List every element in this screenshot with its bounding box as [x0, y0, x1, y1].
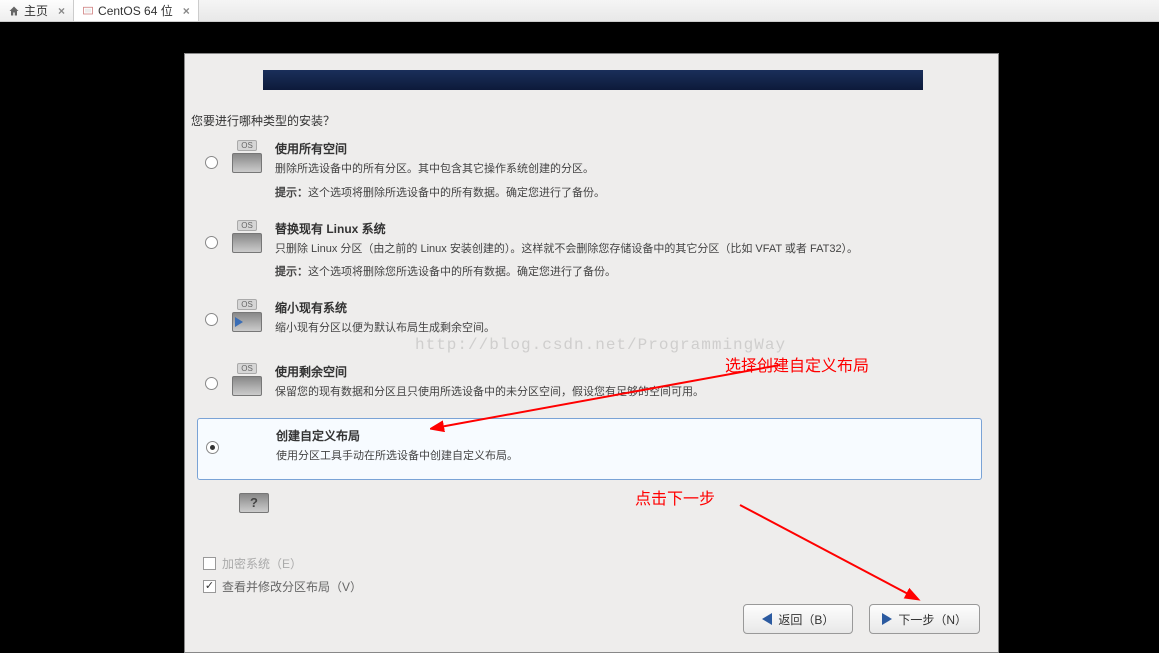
- option-tip: 提示：这个选项将删除您所选设备中的所有数据。确定您进行了备份。: [275, 263, 976, 279]
- option-desc: 只删除 Linux 分区（由之前的 Linux 安装创建的）。这样就不会删除您存…: [275, 241, 976, 258]
- home-icon: [8, 5, 20, 17]
- disk-icon: OS: [229, 220, 265, 253]
- checkbox-label: 查看并修改分区布局（V）: [222, 578, 362, 595]
- option-desc: 删除所选设备中的所有分区。其中包含其它操作系统创建的分区。: [275, 161, 976, 178]
- tab-bar: 主页 × CentOS 64 位 ×: [0, 0, 1159, 22]
- back-button[interactable]: 返回（B）: [743, 604, 853, 634]
- checkbox-icon[interactable]: [203, 580, 216, 593]
- option-desc: 保留您的现有数据和分区且只使用所选设备中的未分区空间，假设您有足够的空间可用。: [275, 384, 976, 401]
- options-list: OS 使用所有空间 删除所选设备中的所有分区。其中包含其它操作系统创建的分区。 …: [197, 132, 982, 484]
- banner: [263, 70, 923, 90]
- close-icon[interactable]: ×: [58, 4, 65, 18]
- option-custom-layout[interactable]: 创建自定义布局 使用分区工具手动在所选设备中创建自定义布局。: [197, 418, 982, 480]
- tab-home[interactable]: 主页 ×: [0, 0, 74, 21]
- option-title: 缩小现有系统: [275, 299, 976, 316]
- disk-icon: [230, 427, 266, 455]
- option-desc: 缩小现有分区以便为默认布局生成剩余空间。: [275, 320, 976, 337]
- tab-home-label: 主页: [24, 2, 48, 19]
- option-title: 创建自定义布局: [276, 427, 975, 444]
- back-button-label: 返回（B）: [778, 611, 834, 628]
- install-type-question: 您要进行哪种类型的安装？: [191, 112, 335, 129]
- radio[interactable]: [205, 377, 218, 390]
- disk-icon: OS: [229, 140, 265, 173]
- button-bar: 返回（B） 下一步（N）: [743, 604, 980, 634]
- arrow-left-icon: [762, 613, 772, 625]
- checkbox-icon[interactable]: [203, 557, 216, 570]
- annotation-select-custom: 选择创建自定义布局: [725, 352, 869, 376]
- annotation-click-next: 点击下一步: [635, 485, 715, 509]
- option-replace-linux[interactable]: OS 替换现有 Linux 系统 只删除 Linux 分区（由之前的 Linux…: [197, 212, 982, 288]
- tab-vm[interactable]: CentOS 64 位 ×: [74, 0, 199, 21]
- option-tip: 提示：这个选项将删除所选设备中的所有数据。确定您进行了备份。: [275, 184, 976, 200]
- option-title: 使用所有空间: [275, 140, 976, 157]
- option-use-all-space[interactable]: OS 使用所有空间 删除所选设备中的所有分区。其中包含其它操作系统创建的分区。 …: [197, 132, 982, 208]
- vm-icon: [82, 5, 94, 17]
- next-button-label: 下一步（N）: [898, 611, 967, 628]
- option-desc: 使用分区工具手动在所选设备中创建自定义布局。: [276, 448, 975, 465]
- vm-display: 您要进行哪种类型的安装？ OS 使用所有空间 删除所选设备中的所有分区。其中包含…: [0, 22, 1159, 650]
- checkbox-label: 加密系统（E）: [222, 555, 302, 572]
- radio[interactable]: [205, 156, 218, 169]
- checkbox-review[interactable]: 查看并修改分区布局（V）: [203, 578, 362, 595]
- tab-vm-label: CentOS 64 位: [98, 2, 173, 19]
- checkbox-encrypt[interactable]: 加密系统（E）: [203, 555, 302, 572]
- arrow-right-icon: [882, 613, 892, 625]
- radio[interactable]: [205, 236, 218, 249]
- radio[interactable]: [205, 313, 218, 326]
- radio[interactable]: [206, 441, 219, 454]
- disk-icon: OS: [229, 299, 265, 332]
- disk-icon: OS: [229, 363, 265, 396]
- option-title: 使用剩余空间: [275, 363, 976, 380]
- close-icon[interactable]: ×: [183, 4, 190, 18]
- next-button[interactable]: 下一步（N）: [869, 604, 980, 634]
- option-title: 替换现有 Linux 系统: [275, 220, 976, 237]
